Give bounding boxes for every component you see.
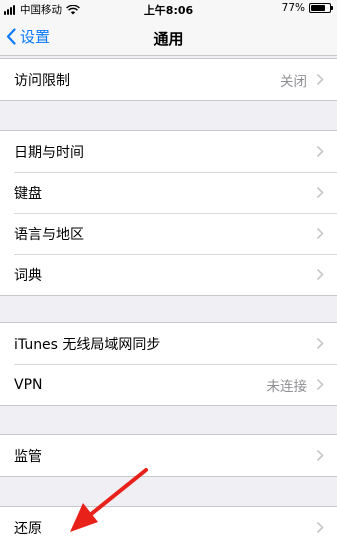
row-reset[interactable]: 还原 <box>0 507 337 546</box>
row-supervision[interactable]: 监管 <box>0 435 337 476</box>
row-value: 关闭 <box>280 73 307 90</box>
battery-icon <box>309 3 333 13</box>
row-language-region[interactable]: 语言与地区 <box>0 213 337 254</box>
chevron-right-icon <box>316 337 324 350</box>
chevron-right-icon <box>316 378 324 391</box>
battery-percent: 77% <box>281 2 305 14</box>
row-label: 词典 <box>14 267 42 284</box>
row-label: 访问限制 <box>14 72 70 89</box>
row-label: 还原 <box>14 520 42 537</box>
row-restrictions[interactable]: 访问限制 关闭 <box>0 59 337 100</box>
chevron-right-icon <box>316 449 324 462</box>
group-sync-vpn: iTunes 无线局域网同步 VPN 未连接 <box>0 322 337 406</box>
nav-bar: 设置 通用 <box>0 18 337 56</box>
row-vpn[interactable]: VPN 未连接 <box>0 364 337 405</box>
group-reset: 还原 <box>0 506 337 546</box>
row-label: 日期与时间 <box>14 144 84 161</box>
chevron-right-icon <box>316 268 324 281</box>
row-label: 键盘 <box>14 185 42 202</box>
chevron-right-icon <box>316 145 324 158</box>
row-label: 监管 <box>14 448 42 465</box>
row-label: 语言与地区 <box>14 226 84 243</box>
group-restrictions: 访问限制 关闭 <box>0 58 337 101</box>
status-bar: 中国移动 上午8:06 77% <box>0 0 337 18</box>
row-label: iTunes 无线局域网同步 <box>14 336 161 353</box>
status-right: 77% <box>281 2 333 14</box>
battery-fill <box>311 5 325 11</box>
page-title: 通用 <box>153 30 184 48</box>
group-supervision: 监管 <box>0 434 337 477</box>
row-label: VPN <box>14 376 43 393</box>
row-dictionary[interactable]: 词典 <box>0 254 337 295</box>
row-value: 未连接 <box>266 378 308 395</box>
chevron-right-icon <box>316 73 324 86</box>
chevron-right-icon <box>316 227 324 240</box>
row-date-time[interactable]: 日期与时间 <box>0 131 337 172</box>
chevron-right-icon <box>316 521 324 534</box>
screen: 中国移动 上午8:06 77% 设置 通用 访问限制 关闭 日期与时间 键盘 语… <box>0 0 337 546</box>
chevron-right-icon <box>316 186 324 199</box>
row-keyboard[interactable]: 键盘 <box>0 172 337 213</box>
group-datetime: 日期与时间 键盘 语言与地区 词典 <box>0 130 337 296</box>
row-itunes-wifi-sync[interactable]: iTunes 无线局域网同步 <box>0 323 337 364</box>
